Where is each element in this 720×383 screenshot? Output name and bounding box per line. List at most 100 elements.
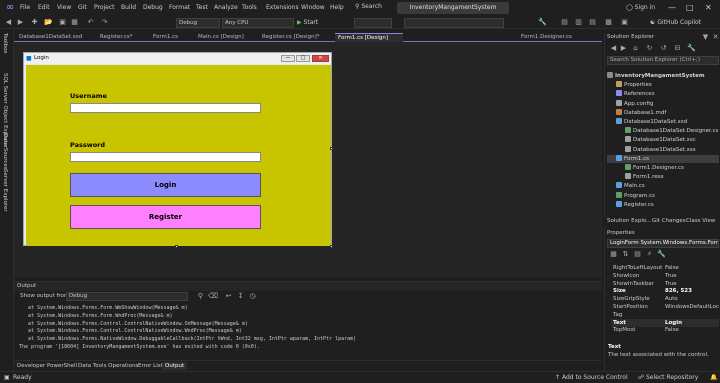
resize-handle-right[interactable] bbox=[330, 147, 333, 150]
tree-item[interactable]: Form1.Designer.cs bbox=[625, 164, 684, 172]
configuration-select[interactable]: Debug bbox=[176, 18, 220, 28]
property-row[interactable]: Tag bbox=[611, 311, 719, 319]
save-icon[interactable]: ▣ bbox=[58, 18, 67, 27]
property-row[interactable]: Size 826, 523 bbox=[611, 287, 719, 295]
menu-item-file[interactable]: File bbox=[20, 4, 30, 11]
clear-all-icon[interactable]: ⌫ bbox=[208, 292, 218, 301]
clock-icon[interactable]: ◷ bbox=[248, 292, 257, 301]
doc-tab[interactable]: Database1DataSet.xsd bbox=[16, 33, 94, 42]
tree-item[interactable]: Database1.mdf bbox=[616, 108, 666, 117]
tree-item[interactable]: Main.cs bbox=[616, 182, 645, 190]
bring-front-icon[interactable]: ▣ bbox=[620, 18, 629, 27]
forward-icon[interactable]: ▶ bbox=[16, 18, 25, 27]
tree-item[interactable]: App.config bbox=[616, 99, 653, 108]
doc-tab[interactable]: Form1.cs [Design] bbox=[335, 33, 403, 42]
toggle-scroll-icon[interactable]: ↧ bbox=[236, 292, 245, 301]
save-all-icon[interactable]: ▦ bbox=[70, 18, 79, 27]
username-textbox[interactable] bbox=[70, 103, 261, 113]
register-button[interactable]: Register bbox=[70, 205, 261, 229]
output-source-select[interactable]: Debug bbox=[66, 292, 188, 301]
menu-item-project[interactable]: Project bbox=[94, 4, 115, 11]
se-sync-icon[interactable]: ↻ bbox=[645, 44, 654, 53]
new-item-icon[interactable]: ✚ bbox=[30, 18, 39, 27]
tree-item[interactable]: Properties bbox=[616, 81, 652, 89]
tree-item[interactable]: Form1.resx bbox=[625, 173, 664, 181]
align-right-icon[interactable]: ▤ bbox=[588, 18, 597, 27]
open-icon[interactable]: 📂 bbox=[44, 18, 53, 27]
menu-item-help[interactable]: Help bbox=[330, 4, 344, 11]
close-icon[interactable]: ✕ bbox=[705, 3, 712, 12]
menu-item-extensions[interactable]: Extensions bbox=[266, 4, 299, 11]
start-button[interactable]: ▶ Start bbox=[297, 18, 318, 28]
property-value[interactable]: Auto bbox=[665, 295, 719, 303]
doc-tab[interactable]: Register.cs [Design]* bbox=[259, 33, 333, 42]
menu-item-tools[interactable]: Tools bbox=[242, 4, 257, 11]
alphabetical-icon[interactable]: ⇅ bbox=[621, 250, 630, 259]
tree-item[interactable]: Database1DataSet.xss bbox=[625, 145, 696, 154]
tree-item[interactable]: Form1.cs bbox=[607, 154, 719, 163]
tree-item[interactable]: Database1DataSet.xsd bbox=[616, 118, 687, 126]
property-value[interactable]: 826, 523 bbox=[665, 287, 719, 295]
toolbar-search-select[interactable] bbox=[404, 18, 504, 28]
property-row[interactable]: SizeGripStyle Auto bbox=[611, 295, 719, 303]
events-icon[interactable]: ⚡ bbox=[645, 250, 654, 259]
property-row[interactable]: StartPosition WindowsDefaultLoc bbox=[611, 303, 719, 311]
word-wrap-icon[interactable]: ↩ bbox=[224, 292, 233, 301]
find-icon[interactable]: ⚲ bbox=[196, 292, 205, 301]
property-value[interactable]: True bbox=[665, 280, 719, 288]
property-value[interactable]: Login bbox=[665, 319, 719, 327]
menu-item-view[interactable]: View bbox=[57, 4, 71, 11]
search-box[interactable]: ⚲ Search bbox=[355, 3, 393, 13]
se-tab[interactable]: Class View bbox=[686, 217, 715, 226]
property-value[interactable]: WindowsDefaultLoc bbox=[665, 303, 719, 311]
menu-item-edit[interactable]: Edit bbox=[38, 4, 50, 11]
resize-handle-bottom[interactable] bbox=[175, 245, 178, 248]
align-center-icon[interactable]: ▥ bbox=[574, 18, 583, 27]
property-value[interactable]: True bbox=[665, 272, 719, 280]
tree-item[interactable]: Database1DataSet.Designer.cs bbox=[625, 127, 718, 135]
select-repository-button[interactable]: ☍ Select Repository bbox=[638, 374, 698, 381]
debug-target-select[interactable] bbox=[354, 18, 392, 28]
size-icon[interactable]: ▩ bbox=[604, 18, 613, 27]
doc-tab[interactable]: Register.cs* bbox=[97, 33, 147, 42]
se-pin-icon[interactable]: ▼ bbox=[701, 33, 710, 42]
undo-icon[interactable]: ↶ bbox=[86, 18, 95, 27]
se-close-icon[interactable]: ✕ bbox=[711, 33, 720, 42]
maximize-icon[interactable]: □ bbox=[686, 3, 694, 12]
solution-explorer-search[interactable]: Search Solution Explorer (Ctrl+;) bbox=[607, 56, 719, 65]
se-tab[interactable]: Git Changes bbox=[652, 217, 686, 226]
properties-object-select[interactable]: LoginForm System.Windows.Forms.Form bbox=[607, 239, 719, 248]
left-tool-server-explorer[interactable]: Server Explorer bbox=[2, 169, 8, 212]
property-row[interactable]: ShowIcon True bbox=[611, 272, 719, 280]
copilot-button[interactable]: ☯ GitHub Copilot bbox=[650, 19, 701, 26]
platform-select[interactable]: Any CPU bbox=[222, 18, 294, 28]
menu-item-format[interactable]: Format bbox=[169, 4, 190, 11]
property-value[interactable]: False bbox=[665, 326, 719, 334]
menu-item-window[interactable]: Window bbox=[301, 4, 325, 11]
tree-item[interactable]: References bbox=[616, 90, 655, 98]
output-text[interactable]: at System.Windows.Forms.Form.WmShowWindo… bbox=[19, 305, 599, 361]
form-design-window[interactable]: Login ■ — □ ✕ Username Password Login Re… bbox=[23, 52, 332, 246]
bottom-tab[interactable]: Output bbox=[162, 362, 188, 370]
notifications-icon[interactable]: 🔔 bbox=[710, 374, 717, 381]
property-pages-icon[interactable]: 🔧 bbox=[657, 250, 666, 259]
tree-item[interactable]: Database1DataSet.xsc bbox=[625, 136, 696, 144]
menu-item-build[interactable]: Build bbox=[121, 4, 136, 11]
se-refresh-icon[interactable]: ↺ bbox=[659, 44, 668, 53]
wrench-icon[interactable]: 🔧 bbox=[538, 18, 547, 27]
property-value[interactable]: False bbox=[665, 264, 719, 272]
properties-view-icon[interactable]: ▤ bbox=[633, 250, 642, 259]
se-home-icon[interactable]: ⌂ bbox=[631, 44, 640, 53]
resize-handle-corner[interactable] bbox=[330, 245, 333, 248]
se-forward-icon[interactable]: ▶ bbox=[619, 44, 628, 53]
bottom-tab[interactable]: Data Tools Operations bbox=[75, 362, 141, 370]
redo-icon[interactable]: ↷ bbox=[100, 18, 109, 27]
se-tab[interactable]: Solution Explo... bbox=[607, 217, 651, 226]
sign-in-button[interactable]: ◯ Sign in bbox=[626, 4, 655, 11]
doc-tab[interactable]: Main.cs [Design] bbox=[195, 33, 257, 42]
tree-item[interactable]: InventoryMangamentSystem bbox=[607, 72, 705, 80]
menu-item-debug[interactable]: Debug bbox=[143, 4, 163, 11]
property-row[interactable]: RightToLeftLayout False bbox=[611, 264, 719, 272]
left-tool-data-sources[interactable]: Data Sources bbox=[2, 133, 8, 170]
property-row[interactable]: ShowInTaskbar True bbox=[611, 280, 719, 288]
